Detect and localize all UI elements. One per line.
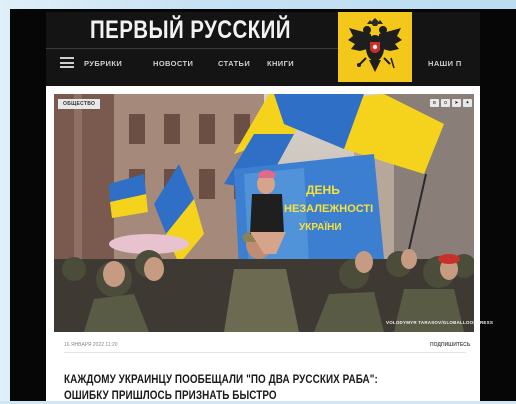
- vk-icon[interactable]: в: [430, 99, 439, 107]
- hamburger-menu-icon[interactable]: [60, 57, 74, 68]
- twitter-icon[interactable]: ✦: [463, 99, 472, 107]
- article-photo[interactable]: ДЕНЬ НЕЗАЛЕЖНОСТІ УКРАЇНИ: [54, 94, 474, 332]
- nav-item-rubrics[interactable]: РУБРИКИ: [84, 59, 122, 68]
- double-headed-eagle-emblem[interactable]: [338, 12, 412, 82]
- photo-scene: ДЕНЬ НЕЗАЛЕЖНОСТІ УКРАЇНИ: [54, 94, 474, 332]
- meta-divider: [64, 352, 466, 353]
- ok-icon[interactable]: о: [441, 99, 450, 107]
- nav-item-books[interactable]: КНИГИ: [267, 59, 294, 68]
- nav-item-news[interactable]: НОВОСТИ: [153, 59, 193, 68]
- nav-item-ours[interactable]: НАШИ П: [428, 59, 462, 68]
- header-divider: [46, 48, 338, 49]
- subscribe-link[interactable]: ПОДПИШИТЕСЬ: [430, 342, 470, 348]
- article-headline[interactable]: КАЖДОМУ УКРАИНЦУ ПООБЕЩАЛИ "ПО ДВА РУССК…: [64, 372, 408, 404]
- share-icons: в о ➤ ✦: [430, 99, 472, 107]
- photo-credit: VOLODYMYR TARASOV/GLOBALLOOKPRESS: [386, 320, 494, 325]
- banner-line-2: НЕЗАЛЕЖНОСТІ: [284, 203, 373, 215]
- category-badge[interactable]: ОБЩЕСТВО: [58, 99, 101, 109]
- banner-line-1: ДЕНЬ: [306, 183, 340, 197]
- nav-item-articles[interactable]: СТАТЬИ: [218, 59, 250, 68]
- eagle-icon: [348, 18, 402, 72]
- site-title[interactable]: ПЕРВЫЙ РУССКИЙ: [90, 16, 291, 45]
- article-date: 16 ЯНВАРЯ 2022 11:20: [64, 342, 118, 348]
- banner-line-3: УКРАЇНИ: [299, 220, 342, 233]
- telegram-icon[interactable]: ➤: [452, 99, 461, 107]
